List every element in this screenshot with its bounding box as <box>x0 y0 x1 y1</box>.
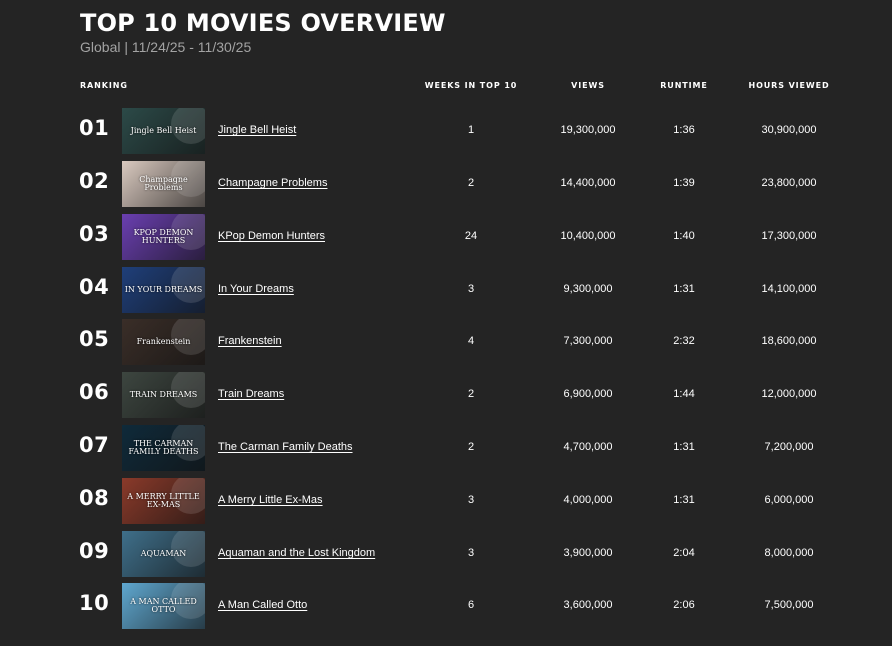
thumbnail-title: Jingle Bell Heist <box>130 126 197 135</box>
hours-viewed-cell: 17,300,000 <box>761 230 817 242</box>
movie-thumbnail[interactable]: Frankenstein <box>122 319 205 365</box>
movie-thumbnail[interactable]: Jingle Bell Heist <box>122 108 205 154</box>
movie-thumbnail[interactable]: Champagne Problems <box>122 161 205 207</box>
views-cell: 3,900,000 <box>563 547 613 559</box>
table-row: 10 A MAN CALLED OTTO A Man Called Otto 6 3,6… <box>0 583 892 629</box>
table-row: 02 Champagne Problems Champagne Problems 2 1… <box>0 161 892 207</box>
runtime-cell: 1:31 <box>673 283 695 295</box>
rank-number: 08 <box>79 486 110 510</box>
page-subtitle: Global | 11/24/25 - 11/30/25 <box>80 39 252 55</box>
table-row: 07 THE CARMAN FAMILY DEATHS The Carman Fam… <box>0 425 892 471</box>
views-cell: 9,300,000 <box>563 283 613 295</box>
hours-viewed-cell: 23,800,000 <box>761 177 817 189</box>
weeks-cell: 2 <box>467 388 475 400</box>
weeks-cell: 4 <box>467 335 475 347</box>
views-cell: 19,300,000 <box>560 124 616 136</box>
thumbnail-title: THE CARMAN FAMILY DEATHS <box>128 439 199 456</box>
rank-number: 07 <box>79 433 110 457</box>
weeks-cell: 3 <box>467 283 475 295</box>
hours-viewed-cell: 8,000,000 <box>764 547 814 559</box>
table-row: 09 AQUAMAN Aquaman and the Lost Kingdom 3 3,… <box>0 531 892 577</box>
table-row: 06 TRAIN DREAMS Train Dreams 2 6,900,000 1:44… <box>0 372 892 418</box>
movie-title-link[interactable]: Train Dreams <box>218 388 284 400</box>
weeks-cell: 2 <box>467 441 475 453</box>
runtime-cell: 1:36 <box>673 124 695 136</box>
views-cell: 7,300,000 <box>563 335 613 347</box>
hours-viewed-cell: 18,600,000 <box>761 335 817 347</box>
table-row: 08 A MERRY LITTLE EX-MAS A Merry Little Ex… <box>0 478 892 524</box>
weeks-cell: 3 <box>467 494 475 506</box>
views-cell: 4,000,000 <box>563 494 613 506</box>
runtime-cell: 1:31 <box>673 441 695 453</box>
column-header-ranking: RANKING <box>80 81 128 90</box>
hours-viewed-cell: 12,000,000 <box>761 388 817 400</box>
thumbnail-title: AQUAMAN <box>140 549 187 558</box>
top10-page: TOP 10 MOVIES OVERVIEW Global | 11/24/25… <box>0 0 892 646</box>
runtime-cell: 1:40 <box>673 230 695 242</box>
hours-viewed-cell: 7,500,000 <box>764 599 814 611</box>
thumbnail-title: TRAIN DREAMS <box>129 390 198 399</box>
hours-viewed-cell: 7,200,000 <box>764 441 814 453</box>
rank-number: 03 <box>79 222 110 246</box>
runtime-cell: 1:39 <box>673 177 695 189</box>
table-row: 05 Frankenstein Frankenstein 4 7,300,000 2:32… <box>0 319 892 365</box>
movie-thumbnail[interactable]: IN YOUR DREAMS <box>122 267 205 313</box>
runtime-cell: 1:31 <box>673 494 695 506</box>
runtime-cell: 2:04 <box>673 547 695 559</box>
runtime-cell: 2:32 <box>673 335 695 347</box>
movie-thumbnail[interactable]: KPOP DEMON HUNTERS <box>122 214 205 260</box>
runtime-cell: 2:06 <box>673 599 695 611</box>
views-cell: 10,400,000 <box>560 230 616 242</box>
column-header-runtime: RUNTIME <box>660 81 708 90</box>
movie-title-link[interactable]: The Carman Family Deaths <box>218 441 353 453</box>
views-cell: 4,700,000 <box>563 441 613 453</box>
weeks-cell: 24 <box>464 230 478 242</box>
weeks-cell: 2 <box>467 177 475 189</box>
rank-number: 01 <box>79 116 110 140</box>
thumbnail-title: A MAN CALLED OTTO <box>130 597 197 614</box>
movie-title-link[interactable]: Frankenstein <box>218 335 282 347</box>
table-row: 04 IN YOUR DREAMS In Your Dreams 3 9,300,000… <box>0 267 892 313</box>
runtime-cell: 1:44 <box>673 388 695 400</box>
movie-title-link[interactable]: KPop Demon Hunters <box>218 230 325 242</box>
page-title: TOP 10 MOVIES OVERVIEW <box>80 9 446 37</box>
rank-number: 10 <box>79 591 110 615</box>
hours-viewed-cell: 6,000,000 <box>764 494 814 506</box>
table-row: 03 KPOP DEMON HUNTERS KPop Demon Hunters 24… <box>0 214 892 260</box>
rank-number: 06 <box>79 380 110 404</box>
movie-thumbnail[interactable]: TRAIN DREAMS <box>122 372 205 418</box>
rank-number: 05 <box>79 327 110 351</box>
thumbnail-title: IN YOUR DREAMS <box>124 285 203 294</box>
views-cell: 3,600,000 <box>563 599 613 611</box>
views-cell: 6,900,000 <box>563 388 613 400</box>
movie-thumbnail[interactable]: A MAN CALLED OTTO <box>122 583 205 629</box>
rank-number: 02 <box>79 169 110 193</box>
movie-title-link[interactable]: Champagne Problems <box>218 177 327 189</box>
movie-title-link[interactable]: A Merry Little Ex-Mas <box>218 494 323 506</box>
column-header-hours: HOURS VIEWED <box>748 81 830 90</box>
column-header-views: VIEWS <box>571 81 605 90</box>
table-row: 01 Jingle Bell Heist Jingle Bell Heist 1 19,… <box>0 108 892 154</box>
movie-title-link[interactable]: Jingle Bell Heist <box>218 124 296 136</box>
weeks-cell: 3 <box>467 547 475 559</box>
movie-title-link[interactable]: Aquaman and the Lost Kingdom <box>218 547 375 559</box>
hours-viewed-cell: 30,900,000 <box>761 124 817 136</box>
rank-number: 09 <box>79 539 110 563</box>
weeks-cell: 6 <box>467 599 475 611</box>
weeks-cell: 1 <box>467 124 475 136</box>
rank-number: 04 <box>79 275 110 299</box>
views-cell: 14,400,000 <box>560 177 616 189</box>
thumbnail-title: A MERRY LITTLE EX-MAS <box>127 492 200 509</box>
movie-thumbnail[interactable]: THE CARMAN FAMILY DEATHS <box>122 425 205 471</box>
column-header-weeks: WEEKS IN TOP 10 <box>424 81 518 90</box>
thumbnail-title: KPOP DEMON HUNTERS <box>133 228 194 245</box>
movie-title-link[interactable]: In Your Dreams <box>218 283 294 295</box>
movie-thumbnail[interactable]: A MERRY LITTLE EX-MAS <box>122 478 205 524</box>
movie-thumbnail[interactable]: AQUAMAN <box>122 531 205 577</box>
thumbnail-title: Champagne Problems <box>139 175 188 192</box>
movie-title-link[interactable]: A Man Called Otto <box>218 599 307 611</box>
hours-viewed-cell: 14,100,000 <box>761 283 817 295</box>
thumbnail-title: Frankenstein <box>136 337 191 346</box>
